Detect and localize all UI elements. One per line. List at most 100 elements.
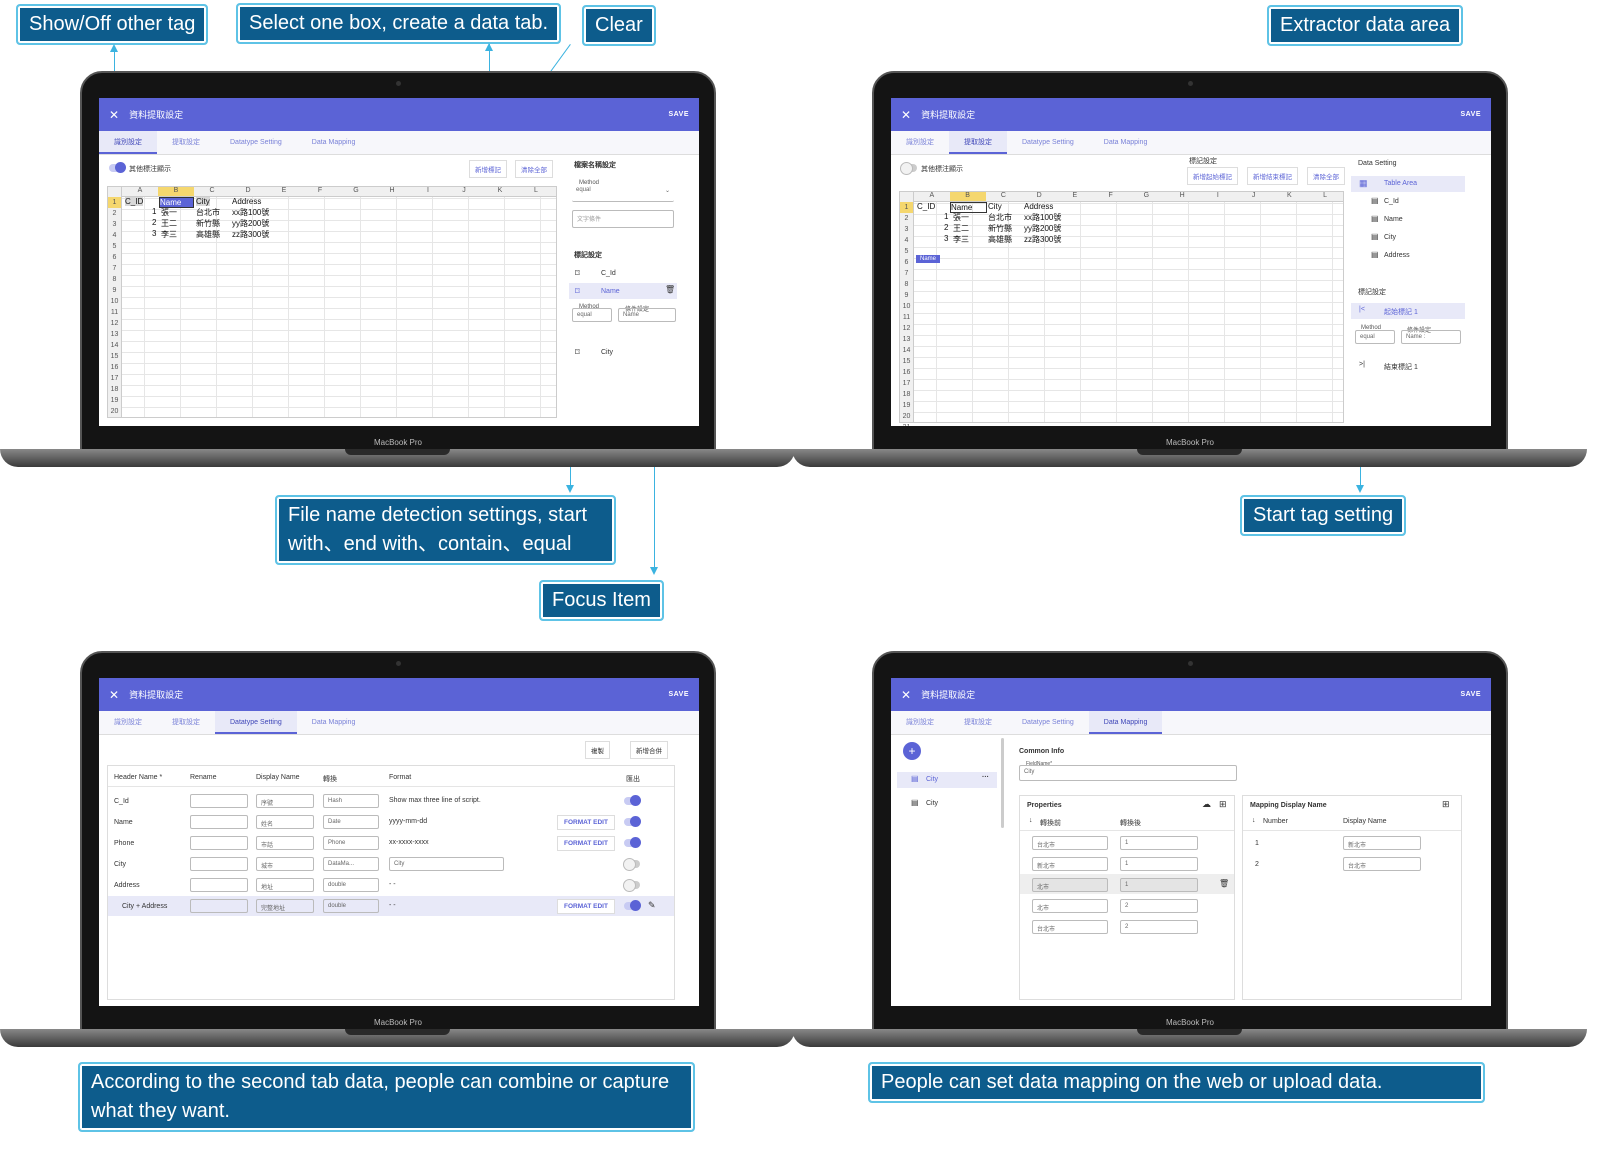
cell[interactable]: 2 [944,223,948,232]
file-item[interactable]: City [926,776,938,783]
display-name-input[interactable]: 地址 [256,878,314,892]
tab-datatype[interactable]: Datatype Setting [215,711,297,734]
cell[interactable]: xx路100號 [1024,212,1061,223]
tag-condition-input[interactable]: Name : [1401,330,1461,344]
display-name-input[interactable]: 序號 [256,794,314,808]
format-edit-button[interactable]: FORMAT EDIT [557,899,615,914]
type-select[interactable]: Date [323,815,379,829]
add-start-tag-button[interactable]: 新增起始標記 [1187,167,1238,185]
format-edit-button[interactable]: FORMAT EDIT [557,836,615,851]
cell[interactable]: C_ID [917,202,935,211]
rename-input[interactable] [190,836,248,850]
export-toggle[interactable] [624,900,641,911]
before-input[interactable]: 台北市 [1032,920,1108,934]
cell[interactable]: 王二 [161,218,177,229]
display-name-input[interactable]: 市話 [256,836,314,850]
tag-item-cid[interactable]: C_Id [601,270,616,277]
add-end-tag-button[interactable]: 新增結束標記 [1247,167,1298,185]
before-input[interactable]: 北市 [1032,899,1108,913]
cell[interactable]: 李三 [953,234,969,245]
field-item[interactable]: Address [1384,252,1410,259]
display-name-input[interactable]: 城市 [256,857,314,871]
cell[interactable]: zz路300號 [1024,234,1061,245]
text-condition-input[interactable]: 文字條件 [572,210,674,228]
tab-extraction[interactable]: 提取設定 [949,131,1007,154]
spreadsheet[interactable]: ABCDEFGHIJKL 1 2 3 4 5 6 7 8 9 10 11 12 13 14 15 16 17 18… [899,191,1344,426]
after-input[interactable]: 2 [1120,920,1198,934]
cell[interactable]: 新竹縣 [196,218,220,229]
cell[interactable]: 李三 [161,229,177,240]
tab-recognition[interactable]: 識別設定 [99,131,157,154]
cell[interactable]: 1 [152,207,156,216]
tag-method-select[interactable]: equal [1355,330,1395,344]
type-select[interactable]: Hash [323,794,379,808]
rename-input[interactable] [190,878,248,892]
cell[interactable]: 3 [152,229,156,238]
add-box-icon[interactable]: ⊞ [1442,799,1450,810]
clear-all-button[interactable]: 清除全部 [1307,167,1345,185]
end-tag-label[interactable]: 結束標記 1 [1384,362,1418,372]
tag-item-city[interactable]: City [601,349,613,356]
tab-datatype[interactable]: Datatype Setting [1007,711,1089,734]
field-name-input[interactable]: City [1019,765,1237,781]
export-toggle[interactable] [623,879,640,892]
tag-condition-input[interactable]: Name [618,308,676,322]
save-button[interactable]: SAVE [1460,691,1481,698]
type-select[interactable]: double [323,878,379,892]
save-button[interactable]: SAVE [1460,111,1481,118]
before-input[interactable]: 北市 [1032,878,1108,892]
cell[interactable]: 王二 [953,223,969,234]
cell[interactable]: 張一 [161,207,177,218]
cell[interactable]: Address [232,197,261,206]
tab-data-mapping[interactable]: Data Mapping [297,711,371,734]
tag-item-name[interactable]: Name [601,288,620,295]
cell[interactable]: 1 [944,212,948,221]
before-input[interactable]: 新北市 [1032,857,1108,871]
other-tag-toggle[interactable] [109,162,126,173]
add-tag-button[interactable]: 新增標記 [469,160,507,178]
pencil-icon[interactable]: ✎ [648,900,656,911]
tab-recognition[interactable]: 識別設定 [891,711,949,734]
save-button[interactable]: SAVE [668,111,689,118]
add-icon[interactable]: + [903,742,921,760]
type-select[interactable]: DataMa... [323,857,379,871]
more-icon[interactable]: ··· [982,774,989,781]
cell[interactable]: 張一 [953,212,969,223]
display-name-input[interactable]: 完整地址 [256,899,314,913]
before-input[interactable]: 台北市 [1032,836,1108,850]
tab-datatype[interactable]: Datatype Setting [215,131,297,154]
cell[interactable]: C_ID [125,197,144,206]
cell[interactable]: zz路300號 [232,229,269,240]
display-name-input[interactable]: 新北市 [1343,836,1421,850]
export-toggle[interactable] [624,816,641,827]
tab-data-mapping[interactable]: Data Mapping [297,131,371,154]
cell[interactable]: 高雄縣 [988,234,1012,245]
tag-chip[interactable]: Name [916,255,941,263]
export-toggle[interactable] [624,837,641,848]
rename-input[interactable] [190,815,248,829]
tab-datatype[interactable]: Datatype Setting [1007,131,1089,154]
close-icon[interactable]: ✕ [109,108,119,122]
type-select[interactable]: Phone [323,836,379,850]
cell[interactable]: yy路200號 [1024,223,1061,234]
cell[interactable]: xx路100號 [232,207,269,218]
add-merge-button[interactable]: 新增合併 [630,741,668,759]
tab-extraction[interactable]: 提取設定 [157,131,215,154]
tab-recognition[interactable]: 識別設定 [891,131,949,154]
copy-button[interactable]: 複製 [585,741,610,759]
file-item[interactable]: City [926,800,938,807]
type-select[interactable]: double [323,899,379,913]
display-name-input[interactable]: 台北市 [1343,857,1421,871]
other-tag-toggle[interactable] [900,162,917,175]
tab-recognition[interactable]: 識別設定 [99,711,157,734]
cell[interactable]: yy路200號 [232,218,269,229]
tag-method-select[interactable]: equal [572,308,612,322]
save-button[interactable]: SAVE [668,691,689,698]
clear-all-button[interactable]: 清除全部 [515,160,553,178]
cell[interactable]: 台北市 [196,207,220,218]
cell[interactable]: 高雄縣 [196,229,220,240]
cell[interactable]: Address [1024,202,1053,211]
cell[interactable]: 台北市 [988,212,1012,223]
tab-data-mapping[interactable]: Data Mapping [1088,711,1163,734]
cell[interactable]: City [988,202,1002,211]
